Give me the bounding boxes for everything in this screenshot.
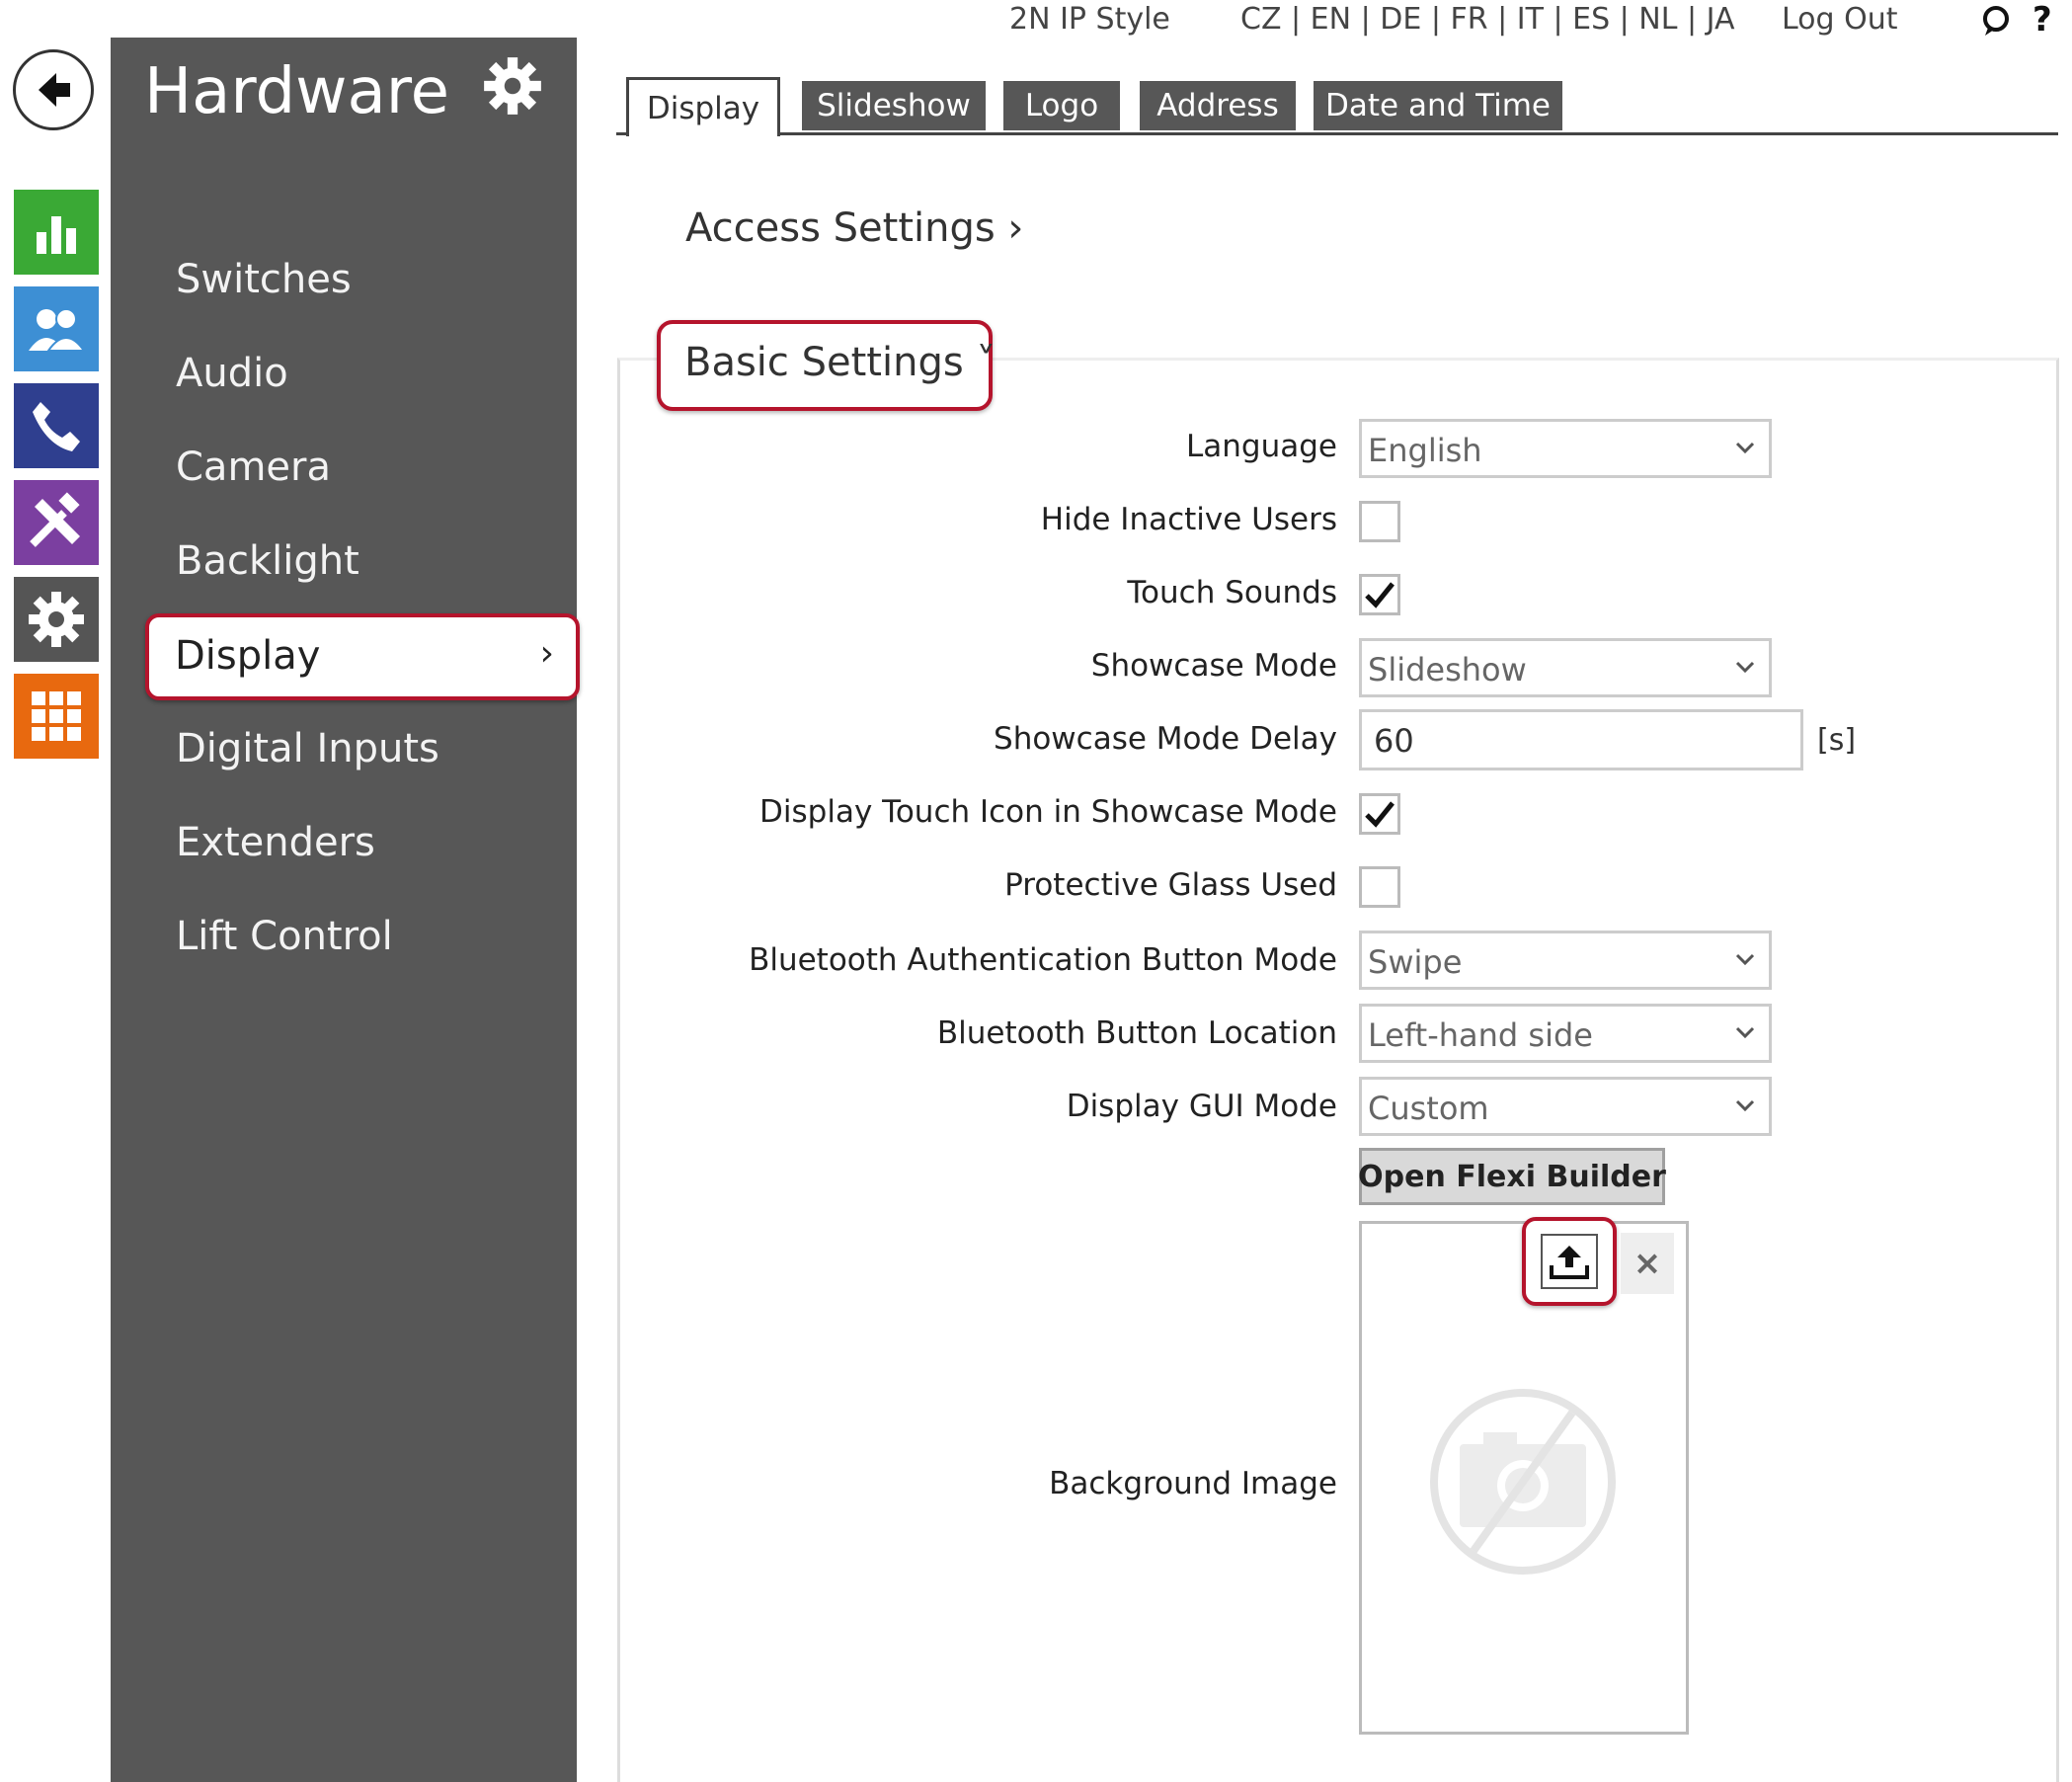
display-gui-mode-label: Display GUI Mode [1066, 1089, 1337, 1124]
settings-gear-icon[interactable] [480, 53, 545, 119]
sidebar-item-display[interactable]: Display › [145, 613, 580, 700]
rail-services[interactable] [14, 674, 99, 759]
basic-settings-panel [617, 358, 2059, 1782]
logout-link[interactable]: Log Out [1782, 2, 1898, 37]
grid-icon [32, 691, 81, 741]
display-gui-mode-select[interactable]: Custom [1359, 1077, 1772, 1136]
chevron-down-icon [1735, 953, 1755, 966]
hide-inactive-users-label: Hide Inactive Users [1040, 502, 1337, 537]
tab-date-and-time[interactable]: Date and Time [1314, 81, 1562, 130]
showcase-mode-delay-value: 60 [1374, 722, 1414, 760]
chevron-right-icon: › [539, 633, 554, 674]
back-button[interactable] [13, 49, 94, 130]
showcase-mode-label: Showcase Mode [1090, 648, 1337, 684]
chevron-down-icon [1735, 661, 1755, 674]
bt-button-location-value: Left-hand side [1368, 1016, 1593, 1054]
sidebar-item-lift-control[interactable]: Lift Control [176, 914, 393, 959]
bt-auth-mode-select[interactable]: Swipe [1359, 931, 1772, 990]
chat-icon[interactable] [1979, 4, 2013, 38]
chart-icon [37, 216, 76, 254]
showcase-mode-delay-input[interactable]: 60 [1359, 709, 1803, 770]
rail-calls[interactable] [14, 383, 99, 468]
bt-button-location-label: Bluetooth Button Location [936, 1015, 1337, 1051]
users-icon [29, 308, 86, 352]
protective-glass-label: Protective Glass Used [1004, 867, 1337, 903]
sidebar-item-backlight[interactable]: Backlight [176, 538, 359, 584]
upload-image-button[interactable] [1522, 1217, 1617, 1306]
sidebar-item-switches[interactable]: Switches [176, 257, 352, 302]
sidebar-item-camera[interactable]: Camera [176, 445, 331, 490]
no-image-icon [1430, 1389, 1616, 1575]
seconds-unit: [s] [1817, 723, 1857, 758]
tab-address[interactable]: Address [1140, 81, 1296, 130]
touch-sounds-checkbox[interactable] [1359, 574, 1400, 615]
touch-sounds-label: Touch Sounds [1127, 575, 1337, 610]
chevron-down-icon [1735, 1099, 1755, 1112]
checkmark-icon [1365, 801, 1395, 828]
language-select[interactable]: English [1359, 419, 1772, 478]
sidebar-item-label: Display [175, 633, 321, 679]
access-settings-section[interactable]: Access Settings › [685, 205, 1023, 251]
background-image-label: Background Image [1049, 1466, 1337, 1501]
hide-inactive-users-checkbox[interactable] [1359, 501, 1400, 542]
tab-logo[interactable]: Logo [1003, 81, 1120, 130]
protective-glass-checkbox[interactable] [1359, 866, 1400, 908]
basic-settings-label: Basic Settings ˅ [684, 340, 996, 385]
tools-icon [30, 492, 80, 547]
showcase-mode-value: Slideshow [1368, 651, 1527, 688]
rail-hardware[interactable] [14, 480, 99, 565]
showcase-mode-delay-label: Showcase Mode Delay [994, 721, 1337, 757]
upload-icon [1550, 1246, 1589, 1279]
rail-dashboard[interactable] [14, 190, 99, 275]
chevron-down-icon [1735, 1026, 1755, 1039]
language-label: Language [1186, 429, 1337, 464]
tab-display[interactable]: Display [626, 77, 780, 136]
tab-slideshow[interactable]: Slideshow [802, 81, 986, 130]
style-label[interactable]: 2N IP Style [1009, 2, 1170, 37]
help-button[interactable]: ? [2032, 0, 2052, 40]
sidebar-title: Hardware [144, 55, 449, 128]
display-gui-mode-value: Custom [1368, 1090, 1489, 1127]
display-touch-icon-checkbox[interactable] [1359, 793, 1400, 835]
rail-directory[interactable] [14, 286, 99, 371]
bt-button-location-select[interactable]: Left-hand side [1359, 1004, 1772, 1063]
tab-underline [616, 132, 2058, 135]
display-touch-icon-label: Display Touch Icon in Showcase Mode [759, 794, 1337, 830]
bt-auth-mode-value: Swipe [1368, 943, 1463, 981]
sidebar-item-extenders[interactable]: Extenders [176, 820, 375, 865]
language-value: English [1368, 432, 1482, 469]
arrow-left-icon [39, 73, 70, 107]
gear-icon [29, 592, 84, 647]
basic-settings-section[interactable]: Basic Settings ˅ [657, 320, 996, 411]
open-flexi-builder-button[interactable]: Open Flexi Builder [1358, 1148, 1666, 1205]
showcase-mode-select[interactable]: Slideshow [1359, 638, 1772, 697]
checkmark-icon [1365, 582, 1395, 608]
sidebar: Hardware Switches Audio Camera Backlight… [111, 38, 577, 1782]
bt-auth-mode-label: Bluetooth Authentication Button Mode [749, 942, 1337, 978]
sidebar-item-audio[interactable]: Audio [176, 351, 288, 396]
sidebar-item-digital-inputs[interactable]: Digital Inputs [176, 726, 439, 771]
phone-icon [33, 402, 80, 451]
chevron-down-icon [1735, 442, 1755, 454]
rail-system[interactable] [14, 577, 99, 662]
language-switcher[interactable]: CZ | EN | DE | FR | IT | ES | NL | JA [1240, 2, 1734, 37]
remove-image-button[interactable]: × [1621, 1233, 1674, 1294]
